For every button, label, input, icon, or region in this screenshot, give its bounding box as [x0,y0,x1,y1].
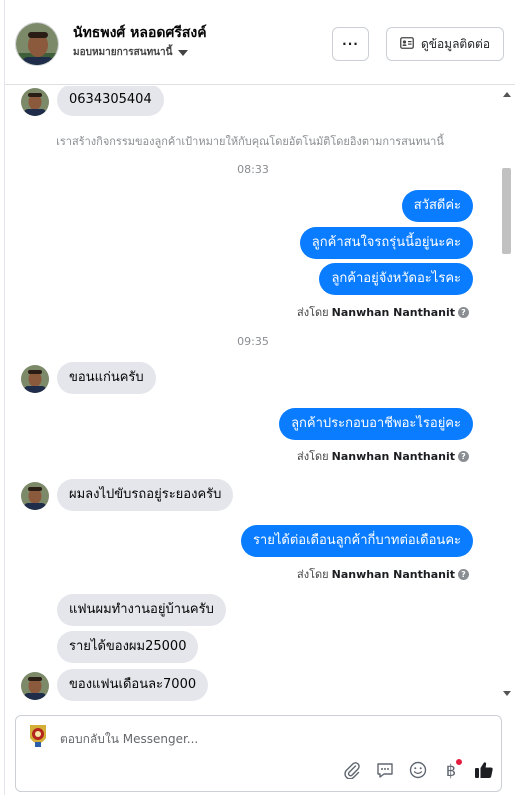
more-icon: ··· [342,37,359,51]
contact-avatar-small [21,672,49,700]
contact-avatar-small [21,88,49,116]
sent-by-label: ส่งโดย Nanwhan Nanthanit ? [297,447,469,465]
scroll-down-arrow[interactable] [503,691,511,696]
contact-card-icon [400,36,414,52]
incoming-message[interactable]: ขอนแก่นครับ [57,362,156,394]
timestamp: 08:33 [237,163,269,176]
assign-conversation-dropdown[interactable]: มอบหมายการสนทนานี้ [73,45,189,60]
emoji-icon[interactable] [407,759,429,781]
reply-input[interactable]: ตอบกลับใน Messenger... [60,730,198,749]
contact-avatar-small [21,365,49,393]
sent-by-prefix: ส่งโดย [297,306,329,319]
composer-toolbar: ฿ [341,758,495,782]
sent-by-prefix: ส่งโดย [297,450,329,463]
contact-avatar[interactable] [15,22,59,66]
outgoing-message[interactable]: ลูกค้าสนใจรถรุ่นนี้อยู่นะคะ [299,227,473,259]
sent-by-label: ส่งโดย Nanwhan Nanthanit ? [297,303,469,321]
baht-payment-icon[interactable]: ฿ [440,759,462,781]
outgoing-message[interactable]: ลูกค้าอยู่จังหวัดอะไรคะ [319,263,473,295]
caret-down-icon [178,49,189,56]
help-icon[interactable]: ? [458,306,469,318]
assign-label: มอบหมายการสนทนานี้ [73,47,173,58]
outgoing-message[interactable]: ลูกค้าประกอบอาชีพอะไรอยู่คะ [279,408,473,440]
notification-dot [456,759,462,765]
conversation-header: นัทธพงศ์ หลอดศรีสงค์ มอบหมายการสนทนานี้ … [5,0,515,85]
scroll-thumb[interactable] [502,168,511,254]
timestamp: 09:35 [237,335,269,348]
system-note: เราสร้างกิจกรรมของลูกค้าเป้าหมายให้กับคุ… [56,135,444,148]
incoming-message[interactable]: แฟนผมทำงานอยู่บ้านครับ [57,594,226,626]
sender-name: Nanwhan Nanthanit [331,567,455,581]
like-icon[interactable] [473,759,495,781]
sender-name: Nanwhan Nanthanit [331,305,455,319]
conversation-panel: นัทธพงศ์ หลอดศรีสงค์ มอบหมายการสนทนานี้ … [4,0,515,795]
message-thread: 0634305404 เราสร้างกิจกรรมของลูกค้าเป้าห… [5,86,515,704]
incoming-message[interactable]: รายได้ของผม25000 [57,631,199,663]
reply-composer[interactable]: ตอบกลับใน Messenger... ฿ [15,715,502,792]
scroll-up-arrow[interactable] [503,92,511,97]
sent-by-label: ส่งโดย Nanwhan Nanthanit ? [297,565,469,583]
sender-name: Nanwhan Nanthanit [331,449,455,463]
incoming-message[interactable]: 0634305404 [57,86,164,116]
attachment-icon[interactable] [341,759,363,781]
outgoing-message[interactable]: รายได้ต่อเดือนลูกค้ากี่บาทต่อเดือนคะ [240,525,473,557]
help-icon[interactable]: ? [458,568,469,580]
thread-scrollbar[interactable] [500,90,513,698]
contact-name: นัทธพงศ์ หลอดศรีสงค์ [73,25,207,41]
help-icon[interactable]: ? [458,450,469,462]
more-button[interactable]: ··· [332,27,369,61]
saved-reply-icon[interactable] [374,759,396,781]
outgoing-message[interactable]: สวัสดีค่ะ [401,190,473,222]
incoming-message[interactable]: ผมลงไปขับรถอยู่ระยองครับ [57,479,234,511]
incoming-message[interactable]: ของแฟนเดือนละ7000 [57,669,209,701]
contact-info-label: ดูข้อมูลติดต่อ [420,36,491,51]
sent-by-prefix: ส่งโดย [297,568,329,581]
page-avatar [26,723,50,749]
contact-avatar-small [21,482,49,510]
contact-info-button[interactable]: ดูข้อมูลติดต่อ [386,27,504,61]
